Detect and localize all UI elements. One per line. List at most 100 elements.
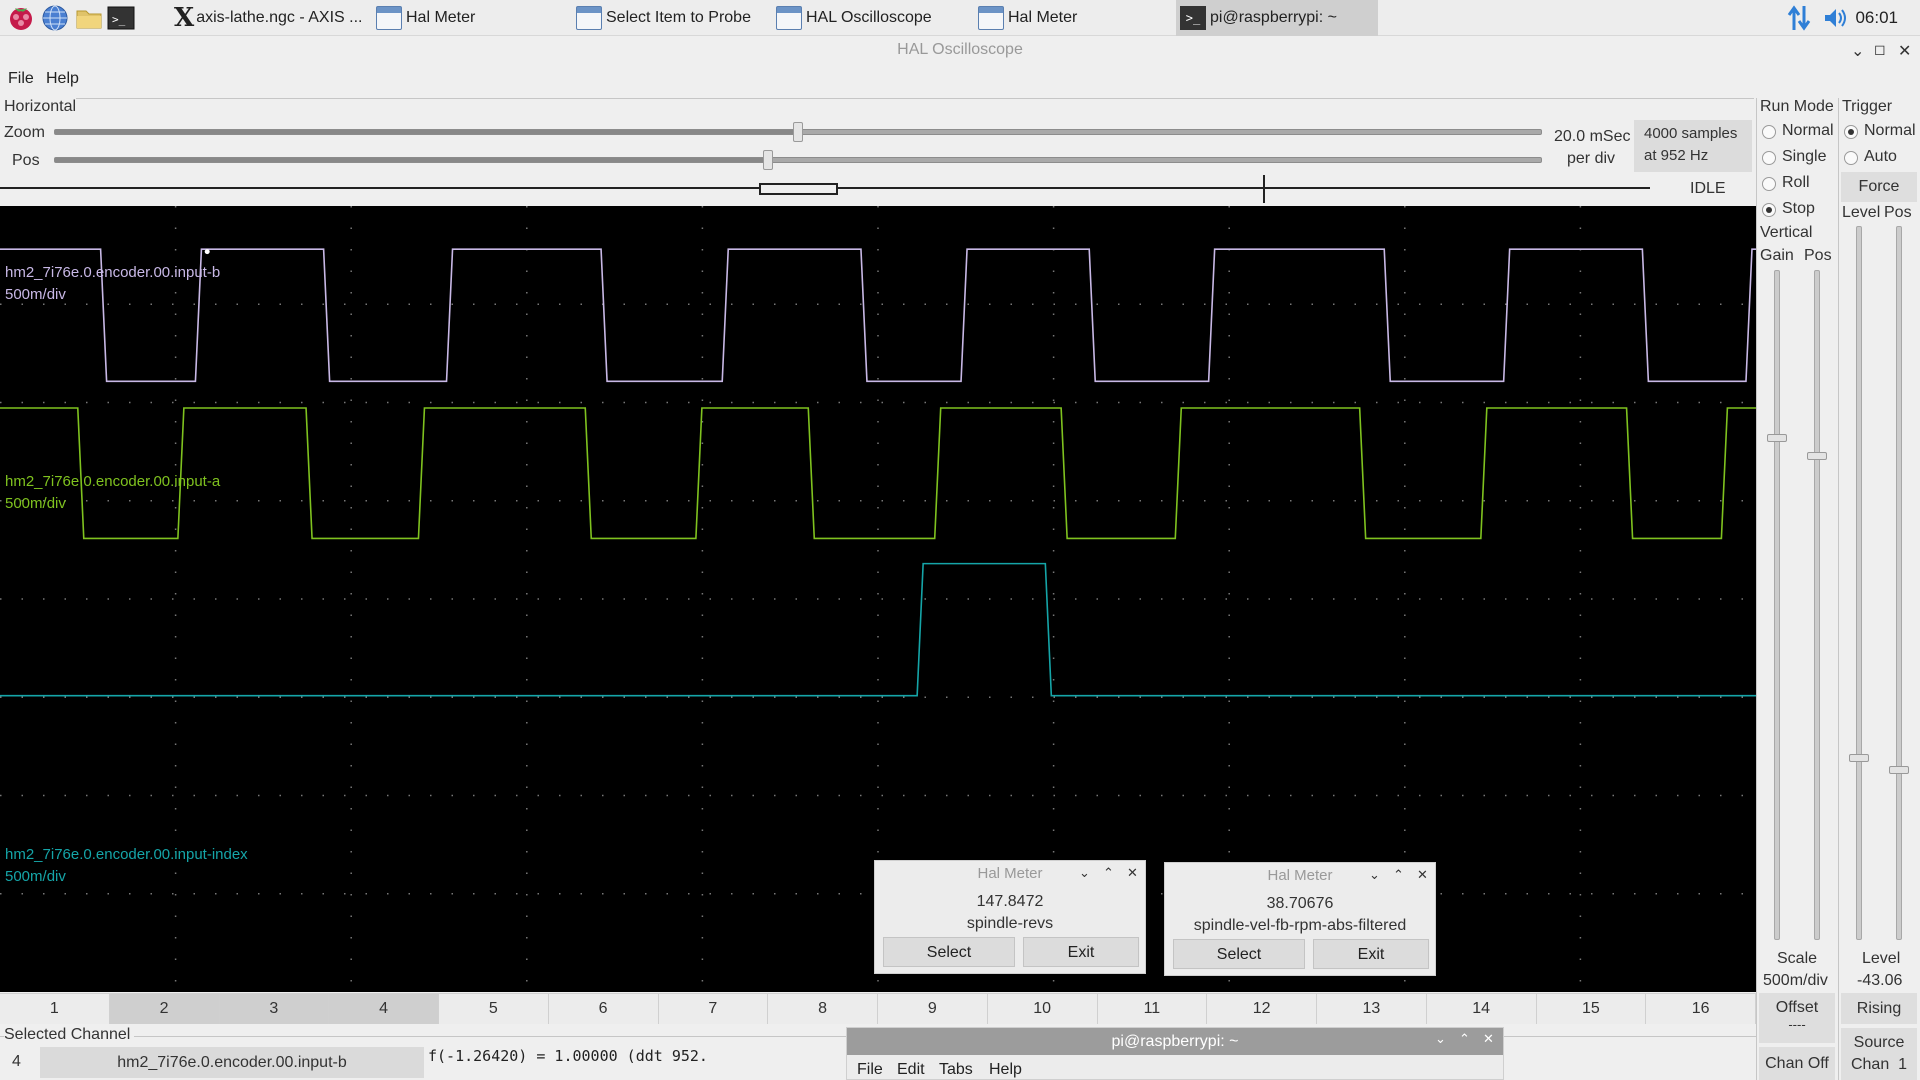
run-mode-radio-single[interactable] bbox=[1762, 151, 1776, 165]
channel-button-16[interactable]: 16 bbox=[1646, 993, 1756, 1024]
terminal-menu-file[interactable]: File bbox=[857, 1061, 883, 1079]
pos-slider[interactable] bbox=[54, 157, 1542, 163]
taskbar-task-terminal[interactable]: >_ pi@raspberrypi: ~ bbox=[1176, 0, 1378, 36]
pos-slider-thumb[interactable] bbox=[763, 150, 774, 170]
terminal-menu-help[interactable]: Help bbox=[989, 1061, 1022, 1079]
channel-button-4[interactable]: 4 bbox=[329, 993, 439, 1024]
selected-channel-name[interactable]: hm2_7i76e.0.encoder.00.input-b bbox=[40, 1047, 424, 1078]
terminal-menu-tabs[interactable]: Tabs bbox=[939, 1061, 973, 1079]
chevron-down-icon[interactable]: ⌄ bbox=[1369, 867, 1380, 883]
run-mode-radio-normal[interactable] bbox=[1762, 125, 1776, 139]
channel-button-10[interactable]: 10 bbox=[987, 993, 1098, 1024]
chan-off-button[interactable]: Chan Off bbox=[1759, 1047, 1835, 1080]
channel-button-2[interactable]: 2 bbox=[109, 993, 220, 1024]
terminal-launcher-icon[interactable]: >_ bbox=[106, 3, 136, 33]
minimize-icon[interactable]: ⌄ bbox=[1851, 41, 1864, 61]
terminal-window[interactable]: pi@raspberrypi: ~ ⌄ ⌃ ✕ File Edit Tabs H… bbox=[846, 1027, 1504, 1080]
chevron-up-icon[interactable]: ⌃ bbox=[1459, 1031, 1470, 1047]
gain-slider[interactable] bbox=[1774, 270, 1780, 940]
window-titlebar[interactable]: HAL Oscilloscope ⌄ ◻ ✕ bbox=[0, 36, 1920, 64]
run-mode-option-label[interactable]: Stop bbox=[1782, 200, 1815, 218]
force-button[interactable]: Force bbox=[1841, 172, 1917, 202]
hal-meter-window-1[interactable]: Hal Meter ⌄ ⌃ ✕ 147.8472 spindle-revs Se… bbox=[874, 860, 1146, 974]
exit-button[interactable]: Exit bbox=[1313, 939, 1429, 969]
window-icon bbox=[776, 6, 802, 30]
chevron-up-icon[interactable]: ⌃ bbox=[1103, 865, 1114, 881]
raspberry-menu-icon[interactable] bbox=[6, 3, 36, 33]
run-mode-option-label[interactable]: Normal bbox=[1782, 122, 1834, 140]
channel-button-6[interactable]: 6 bbox=[548, 993, 659, 1024]
vertical-pos-slider[interactable] bbox=[1814, 270, 1820, 940]
channel-button-3[interactable]: 3 bbox=[219, 993, 330, 1024]
trace-label-a: hm2_7i76e.0.encoder.00.input-a 500m/div bbox=[5, 471, 220, 515]
trigger-radio-auto[interactable] bbox=[1844, 151, 1858, 165]
menu-help[interactable]: Help bbox=[46, 70, 79, 88]
terminal-menu-edit[interactable]: Edit bbox=[897, 1061, 925, 1079]
edge-button[interactable]: Rising bbox=[1841, 993, 1917, 1024]
channel-button-15[interactable]: 15 bbox=[1536, 993, 1647, 1024]
taskbar-task-hal-meter-1[interactable]: Hal Meter bbox=[376, 0, 475, 36]
close-icon[interactable]: ✕ bbox=[1127, 865, 1138, 881]
run-mode-radio-roll[interactable] bbox=[1762, 177, 1776, 191]
channel-button-11[interactable]: 11 bbox=[1097, 993, 1208, 1024]
terminal-icon: >_ bbox=[1180, 6, 1206, 30]
source-button[interactable]: Source Chan 1 bbox=[1841, 1028, 1917, 1080]
run-mode-option-label[interactable]: Roll bbox=[1782, 174, 1810, 192]
trigger-level-slider[interactable] bbox=[1856, 226, 1862, 940]
channel-button-1[interactable]: 1 bbox=[0, 993, 110, 1024]
exit-button[interactable]: Exit bbox=[1023, 937, 1139, 967]
channel-button-13[interactable]: 13 bbox=[1317, 993, 1427, 1024]
channel-button-14[interactable]: 14 bbox=[1426, 993, 1537, 1024]
close-icon[interactable]: ✕ bbox=[1483, 1031, 1494, 1047]
taskbar-task-axis[interactable]: X axis-lathe.ngc - AXIS ... bbox=[174, 0, 362, 36]
trace-label-b: hm2_7i76e.0.encoder.00.input-b 500m/div bbox=[5, 262, 220, 306]
taskbar-task-oscilloscope[interactable]: HAL Oscilloscope bbox=[776, 0, 932, 36]
web-browser-icon[interactable] bbox=[40, 3, 70, 33]
chevron-up-icon[interactable]: ⌃ bbox=[1393, 867, 1404, 883]
hal-meter-window-2[interactable]: Hal Meter ⌄ ⌃ ✕ 38.70676 spindle-vel-fb-… bbox=[1164, 862, 1436, 976]
channel-button-12[interactable]: 12 bbox=[1207, 993, 1317, 1024]
close-icon[interactable]: ✕ bbox=[1417, 867, 1428, 883]
menu-file[interactable]: File bbox=[8, 70, 34, 88]
run-mode-radio-stop[interactable] bbox=[1762, 203, 1776, 217]
offset-button[interactable]: Offset ---- bbox=[1759, 993, 1835, 1043]
trigger-level-value: -43.06 bbox=[1857, 972, 1903, 989]
close-icon[interactable]: ✕ bbox=[1898, 41, 1911, 61]
select-button[interactable]: Select bbox=[883, 937, 1015, 967]
trigger-level-slider-thumb[interactable] bbox=[1849, 754, 1869, 762]
channel-button-9[interactable]: 9 bbox=[878, 993, 988, 1024]
select-button[interactable]: Select bbox=[1173, 939, 1305, 969]
scale-label: Scale bbox=[1777, 950, 1818, 967]
taskbar-task-hal-meter-2[interactable]: Hal Meter bbox=[978, 0, 1077, 36]
zoom-slider-thumb[interactable] bbox=[793, 122, 803, 142]
run-mode-option-label[interactable]: Single bbox=[1782, 148, 1826, 166]
chevron-down-icon[interactable]: ⌄ bbox=[1079, 865, 1090, 881]
taskbar-task-probe[interactable]: Select Item to Probe bbox=[576, 0, 751, 36]
zoom-slider-fill bbox=[55, 130, 799, 134]
channel-button-8[interactable]: 8 bbox=[768, 993, 878, 1024]
volume-icon[interactable] bbox=[1822, 6, 1850, 34]
hal-meter-value: 147.8472 bbox=[976, 893, 1044, 910]
vertical-title: Vertical bbox=[1760, 224, 1813, 241]
channel-button-7[interactable]: 7 bbox=[658, 993, 769, 1024]
gain-label: Gain bbox=[1760, 247, 1794, 264]
channel-button-5[interactable]: 5 bbox=[439, 993, 549, 1024]
chevron-down-icon[interactable]: ⌄ bbox=[1435, 1031, 1446, 1047]
trace-index-scale: 500m/div bbox=[5, 868, 66, 885]
vertical-pos-slider-thumb[interactable] bbox=[1807, 452, 1827, 460]
cursor-readout: f(-1.26420) = 1.00000 (ddt 952. bbox=[428, 1047, 708, 1065]
trigger-level-label: Level bbox=[1842, 204, 1881, 221]
trace-b-waveform bbox=[0, 248, 1756, 383]
trigger-pos-slider[interactable] bbox=[1896, 226, 1902, 940]
trigger-option-label[interactable]: Auto bbox=[1864, 148, 1897, 166]
gain-slider-thumb[interactable] bbox=[1767, 434, 1787, 442]
trigger-option-label[interactable]: Normal bbox=[1864, 122, 1916, 140]
trigger-radio-normal[interactable] bbox=[1844, 125, 1858, 139]
rate-unit: per div bbox=[1567, 150, 1616, 167]
trigger-title: Trigger bbox=[1842, 98, 1893, 115]
taskbar: >_ X axis-lathe.ngc - AXIS ... Hal Meter… bbox=[0, 0, 1920, 36]
trigger-pos-slider-thumb[interactable] bbox=[1889, 766, 1909, 774]
file-manager-icon[interactable] bbox=[74, 3, 104, 33]
network-transfer-icon[interactable] bbox=[1786, 4, 1812, 36]
maximize-icon[interactable]: ◻ bbox=[1874, 41, 1886, 58]
